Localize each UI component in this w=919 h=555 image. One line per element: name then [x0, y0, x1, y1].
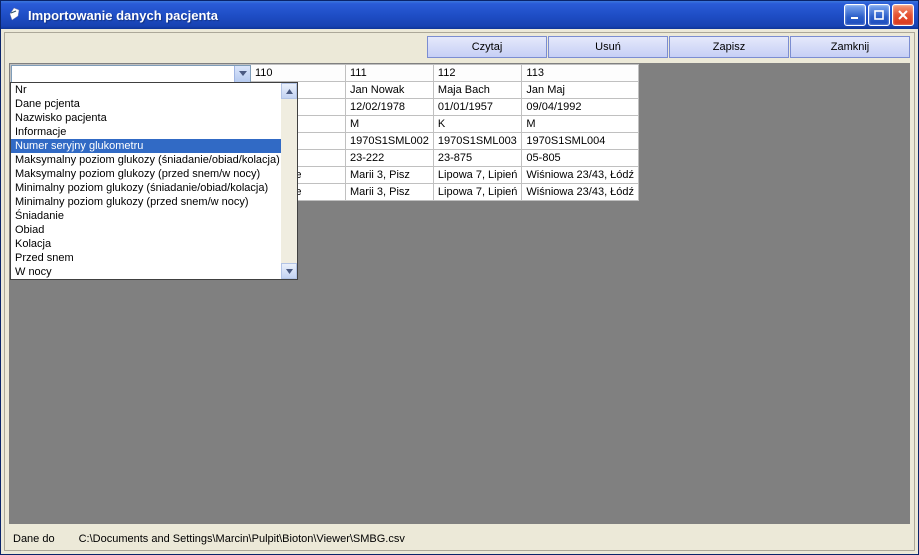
- action-toolbar: Czytaj Usuń Zapisz Zamknij: [5, 33, 914, 63]
- dropdown-item[interactable]: Numer seryjny glukometru: [11, 139, 281, 153]
- dropdown-item[interactable]: Maksymalny poziom glukozy (śniadanie/obi…: [11, 153, 281, 167]
- table-cell[interactable]: 1970S1SML003: [433, 133, 522, 150]
- dropdown-item[interactable]: Obiad: [11, 223, 281, 237]
- table-cell[interactable]: 1970S1SML002: [346, 133, 434, 150]
- read-button[interactable]: Czytaj: [427, 36, 547, 58]
- scroll-up-button[interactable]: [281, 83, 297, 99]
- table-cell[interactable]: Marii 3, Pisz: [346, 184, 434, 201]
- window-title: Importowanie danych pacjenta: [28, 8, 844, 23]
- dropdown-item[interactable]: Minimalny poziom glukozy (przed snem/w n…: [11, 195, 281, 209]
- dropdown-item[interactable]: Nazwisko pacjenta: [11, 111, 281, 125]
- dropdown-item[interactable]: Dane pcjenta: [11, 97, 281, 111]
- col-header[interactable]: 111: [346, 65, 434, 82]
- table-cell[interactable]: Lipowa 7, Lipień: [433, 167, 522, 184]
- table-cell[interactable]: 12/02/1978: [346, 99, 434, 116]
- status-path: C:\Documents and Settings\Marcin\Pulpit\…: [79, 533, 405, 545]
- table-cell[interactable]: Maja Bach: [433, 82, 522, 99]
- table-cell[interactable]: 23-875: [433, 150, 522, 167]
- close-button[interactable]: [892, 4, 914, 26]
- field-input[interactable]: [12, 66, 234, 82]
- field-combobox[interactable]: [11, 65, 251, 83]
- table-cell[interactable]: 23-222: [346, 150, 434, 167]
- table-cell[interactable]: 01/01/1957: [433, 99, 522, 116]
- table-cell[interactable]: Marii 3, Pisz: [346, 167, 434, 184]
- content-area: 110 111 112 113 valskiJan NowakMaja Bach…: [9, 63, 910, 524]
- minimize-button[interactable]: [844, 4, 866, 26]
- table-cell[interactable]: M: [522, 116, 639, 133]
- col-header[interactable]: 113: [522, 65, 639, 82]
- data-table-wrap: 110 111 112 113 valskiJan NowakMaja Bach…: [9, 63, 640, 202]
- table-cell[interactable]: Wiśniowa 23/43, Łódź: [522, 184, 639, 201]
- maximize-button[interactable]: [868, 4, 890, 26]
- dropdown-button[interactable]: [234, 66, 250, 82]
- titlebar: Importowanie danych pacjenta: [1, 1, 918, 29]
- save-button[interactable]: Zapisz: [669, 36, 789, 58]
- dropdown-item[interactable]: Nr: [11, 83, 281, 97]
- table-cell[interactable]: Lipowa 7, Lipień: [433, 184, 522, 201]
- table-cell[interactable]: Jan Maj: [522, 82, 639, 99]
- dropdown-item[interactable]: Przed snem: [11, 251, 281, 265]
- dropdown-item[interactable]: Kolacja: [11, 237, 281, 251]
- table-cell[interactable]: 1970S1SML004: [522, 133, 639, 150]
- table-cell[interactable]: K: [433, 116, 522, 133]
- table-cell[interactable]: 05-805: [522, 150, 639, 167]
- header-field-selector: [11, 65, 251, 82]
- delete-button[interactable]: Usuń: [548, 36, 668, 58]
- table-cell[interactable]: M: [346, 116, 434, 133]
- client-area: Czytaj Usuń Zapisz Zamknij: [4, 32, 915, 551]
- close-action-button[interactable]: Zamknij: [790, 36, 910, 58]
- table-cell[interactable]: Wiśniowa 23/43, Łódź: [522, 167, 639, 184]
- table-cell[interactable]: Jan Nowak: [346, 82, 434, 99]
- app-icon: [7, 7, 23, 23]
- col-header[interactable]: 112: [433, 65, 522, 82]
- status-label: Dane do: [13, 533, 55, 545]
- col-header[interactable]: 110: [251, 65, 346, 82]
- dropdown-item[interactable]: W nocy: [11, 265, 281, 279]
- dropdown-scrollbar[interactable]: [281, 83, 297, 279]
- dropdown-item[interactable]: Minimalny poziom glukozy (śniadanie/obia…: [11, 181, 281, 195]
- field-dropdown[interactable]: NrDane pcjentaNazwisko pacjentaInformacj…: [10, 82, 298, 280]
- status-bar: Dane do C:\Documents and Settings\Marcin…: [5, 528, 914, 550]
- dropdown-item[interactable]: Informacje: [11, 125, 281, 139]
- dropdown-item[interactable]: Maksymalny poziom glukozy (przed snem/w …: [11, 167, 281, 181]
- app-window: Importowanie danych pacjenta Czytaj Usuń…: [0, 0, 919, 555]
- scroll-track[interactable]: [281, 99, 297, 263]
- dropdown-item[interactable]: Śniadanie: [11, 209, 281, 223]
- table-cell[interactable]: 09/04/1992: [522, 99, 639, 116]
- scroll-down-button[interactable]: [281, 263, 297, 279]
